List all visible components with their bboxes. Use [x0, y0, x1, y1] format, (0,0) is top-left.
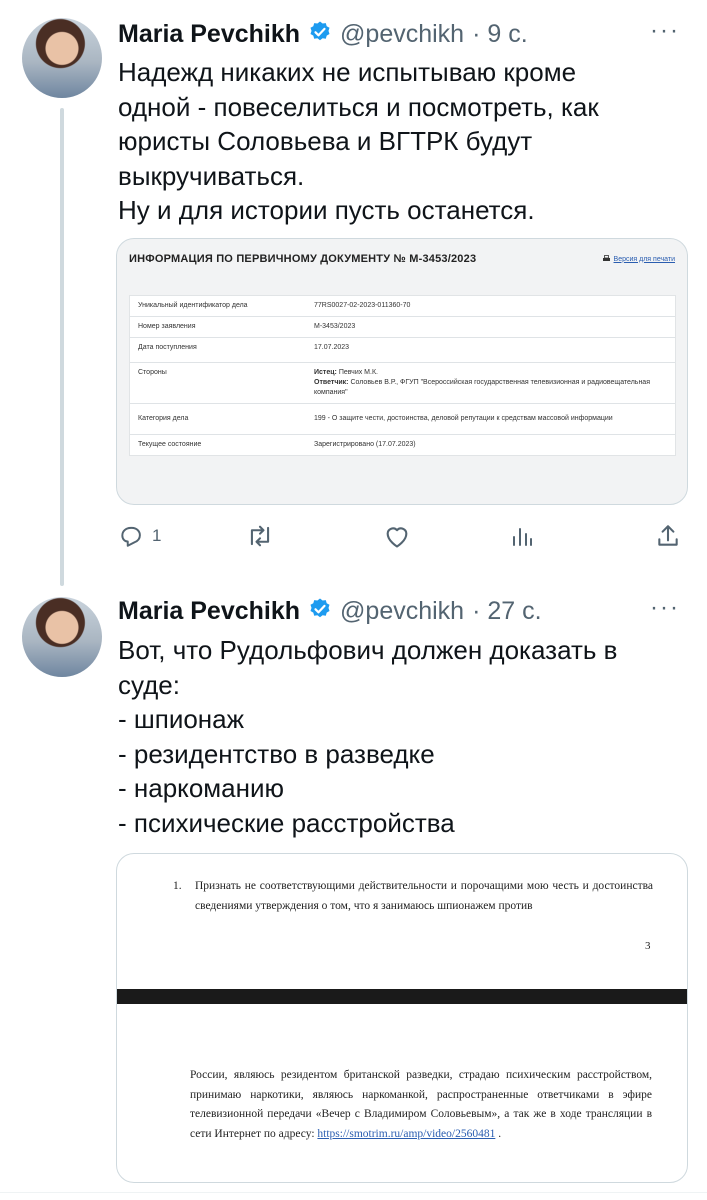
legal-item-1-continued: России, являюсь резидентом британской ра…	[190, 1066, 652, 1144]
tweet-actions: 1	[118, 520, 686, 556]
tweet-timestamp[interactable]: · 27 с.	[472, 597, 541, 626]
retweet-button[interactable]	[245, 523, 275, 554]
doc-table-panel: Уникальный идентификатор дела 77RS0027-02…	[129, 295, 676, 456]
verified-badge-icon	[308, 20, 332, 49]
share-icon	[658, 525, 678, 546]
table-row: Номер заявления М-3453/2023	[130, 316, 675, 338]
table-row: Категория дела 199 - О защите чести, дост…	[130, 403, 675, 435]
avatar[interactable]	[22, 597, 102, 677]
reply-count: 1	[152, 526, 162, 545]
item-number: 1.	[173, 880, 182, 892]
tweet-header: Maria Pevchikh @pevchikh · 9 с.	[118, 17, 688, 51]
table-row: Уникальный идентификатор дела 77RS0027-02…	[138, 302, 411, 309]
like-icon	[386, 527, 408, 548]
author-name[interactable]: Maria Pevchikh	[118, 20, 300, 49]
more-options-icon[interactable]: ···	[650, 17, 680, 45]
author-name[interactable]: Maria Pevchikh	[118, 597, 300, 626]
thread-connector	[60, 108, 64, 586]
print-link[interactable]: Версия для печати	[602, 255, 675, 263]
case-info-table: Уникальный идентификатор дела 77RS0027-02…	[130, 296, 675, 455]
retweet-icon	[250, 525, 270, 547]
tweet-text: Вот, что Рудольфович должен доказать в с…	[118, 635, 618, 838]
document-card[interactable]: ИНФОРМАЦИЯ ПО ПЕРВИЧНОМУ ДОКУМЕНТУ № М-3…	[116, 238, 688, 505]
views-button[interactable]	[510, 525, 534, 554]
doc-header-bar: ИНФОРМАЦИЯ ПО ПЕРВИЧНОМУ ДОКУМЕНТУ № М-3…	[117, 239, 687, 279]
verified-badge-icon	[308, 597, 332, 626]
more-options-icon[interactable]: ···	[650, 594, 680, 622]
doc-title: ИНФОРМАЦИЯ ПО ПЕРВИЧНОМУ ДОКУМЕНТУ № М-3…	[129, 253, 477, 265]
author-handle[interactable]: @pevchikh	[340, 20, 464, 49]
tweet-text: Надежд никаких не испытываю кроме одной …	[118, 57, 599, 225]
table-row: Дата поступления 17.07.2023	[130, 337, 675, 363]
page-number: 3	[645, 940, 651, 952]
reply-button[interactable]: 1	[118, 523, 161, 549]
legal-document-card[interactable]: 1. Признать не соответствующими действит…	[116, 853, 688, 1183]
table-row: Текущее состояние Зарегистрировано (17.07…	[130, 434, 675, 455]
legal-paragraph: России, являюсь резидентом британской ра…	[190, 1069, 652, 1140]
like-button[interactable]	[383, 523, 411, 554]
legal-paragraph: Признать не соответствующими действитель…	[195, 880, 653, 912]
reply-icon	[121, 526, 141, 547]
share-button[interactable]	[655, 523, 681, 554]
tweet-header: Maria Pevchikh @pevchikh · 27 с.	[118, 594, 688, 628]
author-handle[interactable]: @pevchikh	[340, 597, 464, 626]
bottom-divider	[0, 1192, 707, 1193]
views-icon	[513, 528, 532, 546]
tweet-timestamp[interactable]: · 9 с.	[472, 20, 528, 49]
page-break-bar	[117, 989, 687, 1004]
legal-item-1: 1. Признать не соответствующими действит…	[173, 876, 653, 916]
printer-icon	[602, 255, 610, 261]
table-row: Стороны Истец: Певчих М.К. Ответчик: Сол…	[130, 362, 675, 404]
source-link[interactable]: https://smotrim.ru/amp/video/2560481	[317, 1128, 495, 1140]
avatar[interactable]	[22, 18, 102, 98]
